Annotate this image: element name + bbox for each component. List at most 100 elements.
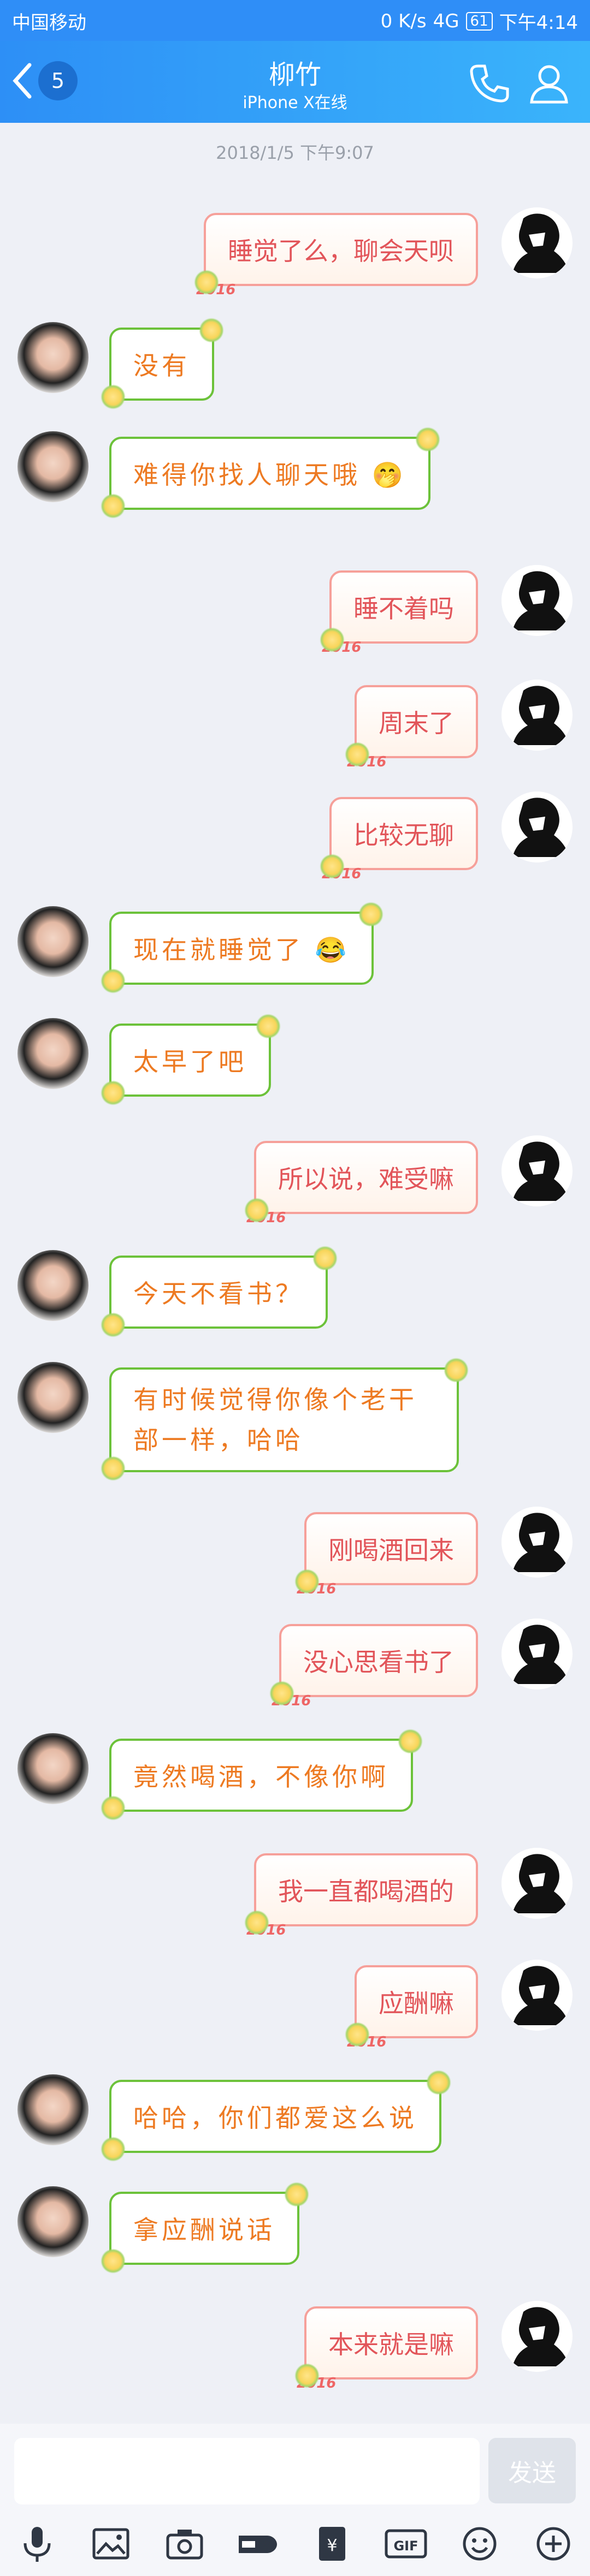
outgoing-message-bubble[interactable]: 本来就是嘛2016	[294, 2306, 478, 2391]
flower-decoration-icon	[320, 854, 345, 879]
message-text: 竟然喝酒，不像你啊	[133, 1762, 389, 1792]
flower-decoration-icon	[244, 1198, 269, 1223]
phone-call-button[interactable]	[467, 62, 511, 105]
contact-avatar[interactable]	[17, 906, 88, 977]
flower-decoration-icon	[444, 1358, 469, 1383]
outgoing-message-bubble[interactable]: 没心思看书了2016	[269, 1624, 478, 1709]
input-bar: 发送 ¥ GIF	[0, 2424, 590, 2576]
flower-decoration-icon	[101, 1312, 126, 1337]
flower-decoration-icon	[345, 2022, 370, 2047]
flower-decoration-icon	[312, 1246, 338, 1271]
hongbao-icon	[238, 2536, 277, 2553]
input-toolbar: ¥ GIF	[0, 2516, 590, 2571]
message-input[interactable]	[14, 2438, 480, 2504]
my-avatar[interactable]	[502, 1960, 573, 2031]
contact-avatar[interactable]	[17, 1250, 88, 1321]
flower-decoration-icon	[101, 1456, 126, 1481]
outgoing-message-bubble[interactable]: 应酬嘛2016	[345, 1965, 478, 2050]
incoming-message-bubble[interactable]: 没有	[101, 318, 224, 409]
my-avatar[interactable]	[502, 792, 573, 862]
message-text: 刚喝酒回来	[328, 1536, 454, 1565]
my-avatar[interactable]	[502, 1135, 573, 1206]
redpacket-button[interactable]: ¥	[310, 2522, 354, 2566]
flower-decoration-icon	[269, 1681, 294, 1706]
redpacket-icon: ¥	[318, 2527, 345, 2561]
contact-avatar[interactable]	[17, 1018, 88, 1089]
hongbao-button[interactable]	[237, 2522, 280, 2566]
mic-icon	[23, 2527, 50, 2562]
network-speed: 0 K/s	[380, 10, 427, 32]
more-button[interactable]	[532, 2522, 575, 2566]
flower-decoration-icon	[320, 627, 345, 652]
flower-decoration-icon	[426, 2070, 451, 2095]
message-text: 我一直都喝酒的	[278, 1877, 454, 1906]
message-text: 应酬嘛	[379, 1989, 454, 2018]
contact-avatar[interactable]	[17, 2186, 88, 2257]
carrier: 中国移动	[12, 12, 86, 34]
flower-decoration-icon	[101, 2248, 126, 2274]
incoming-message-bubble[interactable]: 难得你找人聊天哦 🤭	[101, 427, 440, 519]
gif-button[interactable]: GIF	[384, 2522, 428, 2566]
contact-avatar[interactable]	[17, 1733, 88, 1804]
emoji-icon	[463, 2527, 496, 2561]
message-text: 睡觉了么，聊会天呗	[228, 236, 454, 266]
outgoing-message-bubble[interactable]: 睡不着吗2016	[320, 570, 478, 656]
incoming-message-bubble[interactable]: 竟然喝酒，不像你啊	[101, 1729, 423, 1821]
my-avatar[interactable]	[502, 565, 573, 636]
flower-decoration-icon	[101, 384, 126, 409]
profile-button[interactable]	[527, 62, 571, 105]
svg-text:¥: ¥	[327, 2536, 337, 2555]
outgoing-message-bubble[interactable]: 周末了2016	[345, 685, 478, 770]
flower-decoration-icon	[294, 1569, 320, 1594]
flower-decoration-icon	[256, 1014, 281, 1039]
message-text: 所以说，难受嘛	[278, 1164, 454, 1194]
incoming-message-bubble[interactable]: 哈哈，你们都爱这么说	[101, 2070, 451, 2162]
message-text: 拿应酬说话	[133, 2215, 275, 2245]
flower-decoration-icon	[194, 270, 219, 295]
incoming-message-bubble[interactable]: 现在就睡觉了 😂	[101, 902, 384, 993]
emoji-button[interactable]	[458, 2522, 502, 2566]
incoming-message-bubble[interactable]: 今天不看书？	[101, 1246, 338, 1337]
incoming-message-bubble[interactable]: 有时候觉得你像个老干部一样，哈哈	[101, 1358, 469, 1481]
my-avatar[interactable]	[502, 680, 573, 751]
message-text: 哈哈，你们都爱这么说	[133, 2103, 417, 2133]
message-text: 现在就睡觉了 😂	[133, 935, 350, 965]
outgoing-message-bubble[interactable]: 所以说，难受嘛2016	[244, 1141, 478, 1226]
message-text: 没心思看书了	[303, 1647, 454, 1677]
flower-decoration-icon	[101, 2137, 126, 2162]
camera-button[interactable]	[163, 2522, 206, 2566]
chat-header: 5 柳竹 iPhone X在线	[0, 41, 590, 123]
contact-avatar[interactable]	[17, 1362, 88, 1433]
outgoing-message-bubble[interactable]: 比较无聊2016	[320, 797, 478, 882]
contact-avatar[interactable]	[17, 431, 88, 502]
message-text: 难得你找人聊天哦 🤭	[133, 460, 406, 490]
outgoing-message-bubble[interactable]: 刚喝酒回来2016	[294, 1512, 478, 1597]
outgoing-message-bubble[interactable]: 我一直都喝酒的2016	[244, 1853, 478, 1938]
contact-avatar[interactable]	[17, 2074, 88, 2145]
message-text: 比较无聊	[353, 820, 454, 850]
status-bar: 中国移动 0 K/s 4G 61 下午4:14	[0, 0, 590, 41]
message-text: 有时候觉得你像个老干部一样，哈哈	[133, 1385, 417, 1455]
message-timestamp: 2018/1/5 下午9:07	[216, 142, 374, 163]
outgoing-message-bubble[interactable]: 睡觉了么，聊会天呗2016	[194, 213, 478, 298]
incoming-message-bubble[interactable]: 太早了吧	[101, 1014, 281, 1105]
svg-text:GIF: GIF	[393, 2538, 418, 2554]
camera-icon	[166, 2530, 203, 2560]
network-type: 4G	[433, 10, 459, 32]
flower-decoration-icon	[101, 1795, 126, 1821]
contact-avatar[interactable]	[17, 322, 88, 393]
incoming-message-bubble[interactable]: 拿应酬说话	[101, 2182, 309, 2274]
plus-icon	[536, 2527, 570, 2561]
my-avatar[interactable]	[502, 1619, 573, 1689]
message-text: 睡不着吗	[353, 594, 454, 623]
flower-decoration-icon	[415, 427, 440, 452]
my-avatar[interactable]	[502, 1507, 573, 1578]
my-avatar[interactable]	[502, 2301, 573, 2372]
my-avatar[interactable]	[502, 1848, 573, 1919]
image-button[interactable]	[89, 2522, 133, 2566]
my-avatar[interactable]	[502, 207, 573, 278]
voice-button[interactable]	[15, 2522, 59, 2566]
clock: 下午4:14	[499, 12, 578, 34]
send-button[interactable]: 发送	[488, 2438, 576, 2503]
message-text: 今天不看书？	[133, 1279, 304, 1308]
